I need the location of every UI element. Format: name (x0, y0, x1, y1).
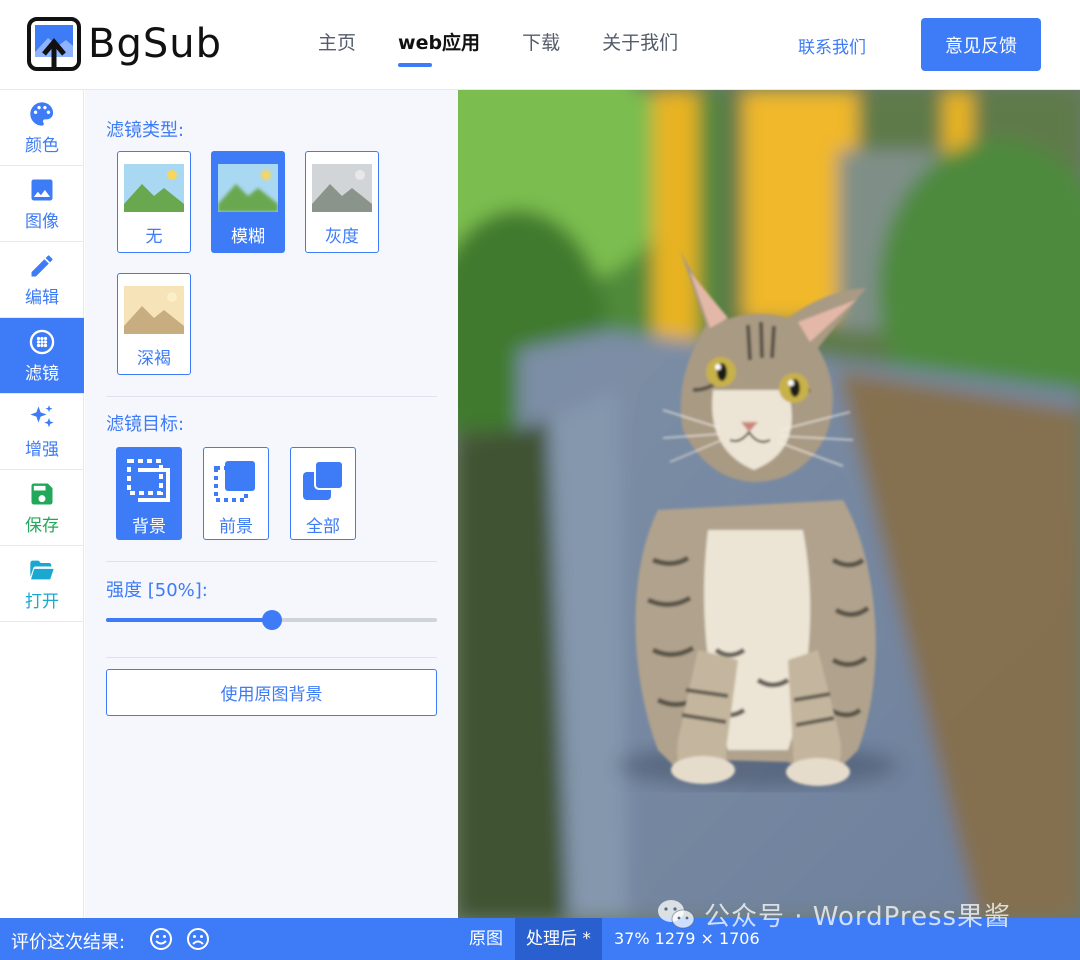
tool-edit[interactable]: 编辑 (0, 242, 84, 318)
sad-face-icon[interactable] (186, 927, 210, 951)
tool-filter-label: 滤镜 (25, 363, 59, 384)
nav-web-app[interactable]: web应用 (398, 28, 480, 67)
filter-blur-label: 模糊 (231, 227, 265, 247)
zoom-size-info: 37% 1279 × 1706 (614, 929, 760, 948)
target-foreground-option[interactable]: 前景 (203, 447, 269, 540)
tool-open-label: 打开 (25, 591, 59, 612)
slider-thumb[interactable] (261, 610, 282, 630)
strength-label: 强度 [50%]: (106, 580, 208, 601)
nav-home[interactable]: 主页 (318, 28, 356, 55)
tool-enhance[interactable]: 增强 (0, 394, 84, 470)
filter-none-label: 无 (145, 227, 163, 247)
filter-type-label: 滤镜类型: (106, 120, 185, 141)
tool-open[interactable]: 打开 (0, 546, 84, 622)
filter-sepia-option[interactable]: 深褐 (117, 273, 191, 375)
filter-sepia-label: 深褐 (137, 349, 171, 369)
tool-edit-label: 编辑 (25, 287, 59, 308)
landscape-gray-icon (312, 164, 372, 212)
landscape-sepia-icon (124, 286, 184, 334)
target-all-label: 全部 (306, 517, 340, 537)
use-original-background-button[interactable]: 使用原图背景 (106, 669, 437, 716)
filter-options-panel: 滤镜类型: 无 模糊 灰度 深褐 滤镜目标: 背景 前景 全部 强度 [50%]… (85, 90, 458, 918)
palette-icon (30, 101, 54, 126)
slider-fill (106, 618, 272, 622)
nav-download[interactable]: 下载 (522, 28, 560, 55)
tool-enhance-label: 增强 (25, 439, 59, 460)
filter-icon (29, 329, 55, 354)
logo-icon (27, 17, 81, 71)
tool-color[interactable]: 颜色 (0, 90, 84, 166)
divider (106, 396, 437, 397)
main-nav: 主页 web应用 下载 关于我们 (318, 28, 678, 67)
view-processed-tab[interactable]: 处理后 * (515, 918, 602, 960)
all-select-icon (303, 460, 344, 500)
landscape-blur-icon (218, 164, 278, 212)
contact-link[interactable]: 联系我们 (798, 33, 866, 58)
filter-grayscale-label: 灰度 (325, 227, 359, 247)
filter-none-option[interactable]: 无 (117, 151, 191, 253)
app-header: BgSub 主页 web应用 下载 关于我们 联系我们 意见反馈 (0, 0, 1080, 90)
foreground-select-icon (214, 461, 255, 502)
filter-blur-option[interactable]: 模糊 (211, 151, 285, 253)
divider (106, 657, 437, 658)
tool-filter[interactable]: 滤镜 (0, 318, 84, 394)
feedback-button[interactable]: 意见反馈 (921, 18, 1041, 71)
target-all-option[interactable]: 全部 (290, 447, 356, 540)
smiley-face-icon[interactable] (149, 927, 173, 951)
nav-about[interactable]: 关于我们 (602, 28, 678, 55)
rate-result-label: 评价这次结果: (11, 932, 126, 953)
save-icon (31, 483, 53, 504)
tool-image[interactable]: 图像 (0, 166, 84, 242)
target-background-label: 背景 (132, 517, 166, 537)
target-foreground-label: 前景 (219, 517, 253, 537)
preview-image (458, 90, 1080, 918)
logo-text: BgSub (88, 21, 222, 67)
filter-target-label: 滤镜目标: (106, 414, 185, 435)
landscape-icon (124, 164, 184, 212)
image-preview-canvas[interactable] (458, 90, 1080, 918)
sparkle-icon (30, 404, 54, 427)
image-icon (31, 179, 53, 200)
strength-slider[interactable] (106, 610, 437, 630)
pencil-icon (31, 254, 53, 276)
logo[interactable]: BgSub (26, 16, 222, 72)
tool-color-label: 颜色 (25, 135, 59, 156)
status-bar: 评价这次结果: 原图 处理后 * 37% 1279 × 1706 (0, 918, 1080, 960)
folder-open-icon (30, 560, 54, 579)
tool-save[interactable]: 保存 (0, 470, 84, 546)
tool-sidebar: 颜色 图像 编辑 滤镜 增强 保存 打开 (0, 90, 84, 918)
tool-save-label: 保存 (25, 515, 59, 536)
view-original-tab[interactable]: 原图 (458, 918, 514, 960)
filter-grayscale-option[interactable]: 灰度 (305, 151, 379, 253)
divider (106, 561, 437, 562)
tool-image-label: 图像 (25, 211, 59, 232)
target-background-option[interactable]: 背景 (116, 447, 182, 540)
background-select-icon (127, 459, 170, 502)
